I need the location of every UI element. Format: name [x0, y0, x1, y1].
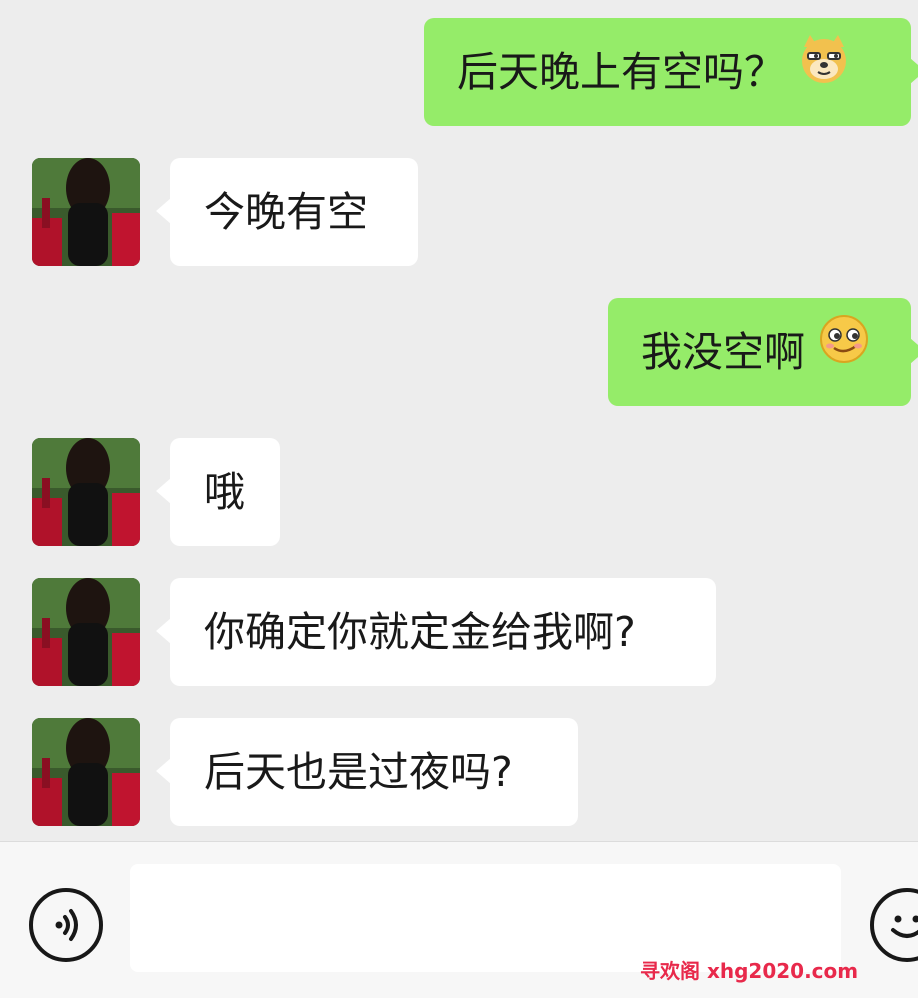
- emoji-icon[interactable]: [870, 888, 918, 962]
- message-text: 后天晚上有空吗？: [457, 48, 785, 96]
- message-text: 哦: [204, 468, 245, 516]
- watermark: 寻欢阁 xhg2020.com: [640, 959, 859, 983]
- avatar[interactable]: [32, 438, 140, 546]
- message-text: 你确定你就定金给我啊?: [204, 608, 636, 656]
- smirk-emoji-icon: [818, 297, 870, 405]
- avatar[interactable]: [32, 718, 140, 826]
- message-text: 今晚有空: [204, 188, 368, 236]
- message-text: 我没空啊: [641, 328, 805, 376]
- received-message-bubble[interactable]: 哦: [156, 438, 280, 546]
- received-message-bubble[interactable]: 你确定你就定金给我啊?: [156, 578, 716, 686]
- avatar[interactable]: [32, 578, 140, 686]
- sent-message-bubble[interactable]: 我没空啊: [608, 297, 918, 406]
- voice-icon[interactable]: [29, 888, 103, 962]
- sent-message-bubble[interactable]: 后天晚上有空吗？: [424, 17, 918, 126]
- message-text: 后天也是过夜吗?: [204, 748, 513, 796]
- avatar[interactable]: [32, 158, 140, 266]
- received-message-bubble[interactable]: 今晚有空: [156, 158, 418, 266]
- received-message-bubble[interactable]: 后天也是过夜吗?: [156, 718, 578, 826]
- chat-window: 后天晚上有空吗？ 今晚有空 我没空啊 哦 你确定你就定金给我啊? 后天也是过夜吗…: [0, 0, 918, 998]
- doge-emoji-icon: [798, 17, 850, 125]
